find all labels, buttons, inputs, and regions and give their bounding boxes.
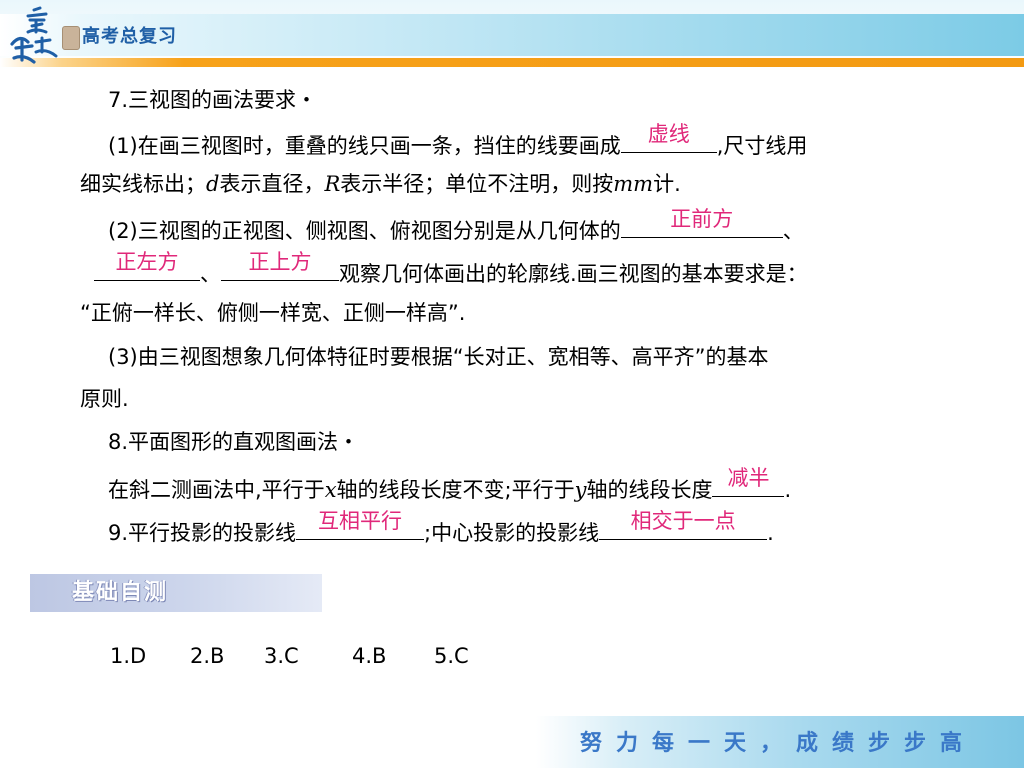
- section8-text: 在斜二测画法中,平行于x轴的线段长度不变;平行于y轴的线段长度 减半.: [108, 466, 792, 504]
- blank-left: 正左方: [94, 250, 200, 281]
- section7-p2-line1: (2)三视图的正视图、侧视图、俯视图分别是从几何体的 正前方、: [108, 207, 804, 245]
- var-mm: mm: [613, 172, 654, 196]
- var-y: y: [574, 478, 587, 502]
- answer-top: 正上方: [248, 250, 312, 274]
- var-r: R: [324, 172, 341, 196]
- answer-front: 正前方: [670, 207, 734, 231]
- var-d: d: [206, 172, 220, 196]
- p2-text-post: 观察几何体画出的轮廓线.画三视图的基本要求是：: [339, 262, 808, 286]
- header-orange-stripe: [0, 58, 1024, 67]
- header-title: 高考总复习: [82, 26, 177, 47]
- p1-line2-c: 表示半径；单位不注明，则按: [340, 172, 614, 196]
- section7-p2-line2: 正左方、 正上方观察几何体画出的轮廓线.画三视图的基本要求是：: [94, 250, 808, 288]
- brand-logo: [10, 6, 58, 64]
- p1-text-pre: (1)在画三视图时，重叠的线只画一条，挡住的线要画成: [108, 134, 621, 158]
- footer-band: 努力每一天，成绩步步高: [536, 716, 1024, 768]
- answer-item: 3.C: [264, 644, 299, 668]
- p2-sep1: 、: [782, 219, 804, 243]
- section7-p2-line3: “正俯一样长、俯侧一样宽、正侧一样高”.: [80, 301, 466, 325]
- blank-parallel: 互相平行: [296, 509, 425, 540]
- p1-line2-a: 细实线标出；: [80, 172, 206, 196]
- footer-slogan: 努力每一天，成绩步步高: [580, 731, 977, 756]
- s9-mid: ;中心投影的投影线: [424, 521, 600, 545]
- s8-post: 轴的线段长度: [586, 478, 713, 502]
- blank-halve: 减半: [712, 466, 785, 497]
- s9-pre: 9.平行投影的投影线: [108, 521, 297, 545]
- answer-halve: 减半: [727, 466, 770, 490]
- p1-line2-b: 表示直径，: [219, 172, 325, 196]
- p2-text-pre: (2)三视图的正视图、侧视图、俯视图分别是从几何体的: [108, 219, 621, 243]
- answer-item: 1.D: [110, 644, 147, 668]
- answer-parallel: 互相平行: [318, 509, 403, 533]
- section7-p1-line2: 细实线标出；d表示直径，R表示半径；单位不注明，则按mm计.: [80, 170, 681, 198]
- blank-top: 正上方: [221, 250, 339, 281]
- section8-heading: 8.平面图形的直观图画法・: [108, 430, 360, 454]
- section7-heading: 7.三视图的画法要求・: [108, 88, 318, 112]
- section9-text: 9.平行投影的投影线 互相平行 ;中心投影的投影线 相交于一点.: [108, 509, 774, 547]
- s8-mid: 轴的线段长度不变;平行于: [336, 478, 575, 502]
- blank-intersect: 相交于一点: [599, 509, 768, 540]
- answer-item: 4.B: [352, 644, 387, 668]
- banner-title: 基础自测: [72, 580, 169, 605]
- p1-text-post: ,尺寸线用: [716, 134, 808, 158]
- answer-intersect: 相交于一点: [630, 509, 736, 533]
- seal-stamp: [62, 26, 80, 50]
- header-bar: 高考总复习: [0, 0, 1024, 70]
- blank-front: 正前方: [620, 207, 783, 238]
- answer-dashed-line: 虚线: [647, 122, 690, 146]
- p1-line2-d: 计.: [653, 172, 681, 196]
- section7-p3-line2: 原则.: [80, 387, 129, 411]
- answer-item: 5.C: [434, 644, 469, 668]
- blank-dashed-line: 虚线: [620, 122, 717, 153]
- section7-p3-line1: (3)由三视图想象几何体特征时要根据“长对正、宽相等、高平齐”的基本: [108, 345, 769, 369]
- section-banner: 基础自测: [30, 574, 322, 612]
- p2-sep2: 、: [200, 262, 221, 286]
- s9-end: .: [767, 521, 774, 545]
- answer-left: 正左方: [115, 250, 179, 274]
- var-x: x: [324, 478, 337, 502]
- answer-item: 2.B: [190, 644, 225, 668]
- section7-p1-line1: (1)在画三视图时，重叠的线只画一条，挡住的线要画成 虚线 ,尺寸线用: [108, 122, 808, 160]
- s8-pre: 在斜二测画法中,平行于: [108, 478, 325, 502]
- s8-end: .: [784, 478, 792, 502]
